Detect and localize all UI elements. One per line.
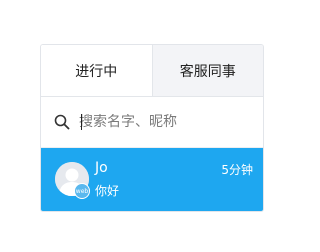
contact-name: Jo [95,160,108,176]
tab-in-progress[interactable]: 进行中 [41,45,152,96]
web-badge: web [74,183,90,199]
text-caret [81,114,82,130]
search-input[interactable] [79,114,249,130]
tab-bar: 进行中 客服同事 [41,45,263,97]
conversation-item[interactable]: web Jo 5分钟 你好 [41,148,263,211]
tab-colleagues[interactable]: 客服同事 [151,45,263,96]
message-time: 5分钟 [221,163,253,177]
search-icon[interactable] [53,113,71,131]
last-message: 你好 [95,184,120,198]
conversation-panel: 进行中 客服同事 web Jo 5分钟 你好 [40,44,264,212]
search-bar [41,97,263,148]
